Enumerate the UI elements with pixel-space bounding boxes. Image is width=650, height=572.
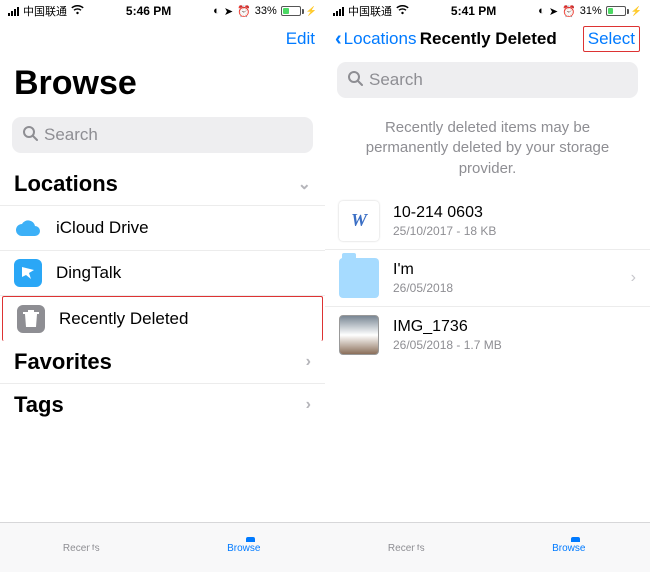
list-item-label: Recently Deleted — [59, 309, 188, 329]
location-recently-deleted[interactable]: Recently Deleted — [2, 296, 323, 341]
do-not-disturb-icon: ◐ — [538, 5, 545, 17]
edit-button[interactable]: Edit — [235, 29, 315, 49]
chevron-right-icon: › — [631, 269, 636, 287]
navbar: ‹ Locations Recently Deleted Select — [325, 22, 650, 56]
do-not-disturb-icon: ◐ — [213, 5, 220, 17]
status-bar: 中国联通 5:46 PM ◐ ➤ ⏰ 33% ⚡ — [0, 0, 325, 22]
status-time: 5:46 PM — [126, 4, 171, 18]
tab-label: Browse — [227, 543, 260, 554]
carrier-label: 中国联通 — [348, 3, 392, 19]
status-bar: 中国联通 5:41 PM ◐ ➤ ⏰ 31% ⚡ — [325, 0, 650, 22]
search-placeholder: Search — [369, 70, 423, 90]
signal-icon — [8, 7, 19, 16]
back-button[interactable]: ‹ Locations — [335, 28, 416, 51]
file-name: 10-214 0603 — [393, 204, 636, 222]
tab-recents[interactable]: Recents — [325, 523, 488, 572]
locations-header[interactable]: Locations ⌄ — [0, 163, 325, 206]
page-title: Browse — [0, 56, 325, 111]
back-label: Locations — [344, 29, 417, 49]
battery-icon: ⚡ — [606, 6, 642, 17]
location-dingtalk[interactable]: DingTalk — [0, 251, 325, 296]
tab-label: Browse — [552, 543, 585, 554]
page-title: Recently Deleted — [416, 29, 560, 49]
file-row-doc[interactable]: W 10-214 0603 25/10/2017 - 18 KB — [325, 193, 650, 250]
image-thumb-icon — [339, 315, 379, 355]
tab-recents[interactable]: Recents — [0, 523, 163, 572]
navbar: Edit — [0, 22, 325, 56]
tab-label: Recents — [388, 543, 425, 554]
info-text: Recently deleted items may be permanentl… — [325, 108, 650, 193]
wifi-icon — [396, 5, 409, 18]
recently-deleted-screen: 中国联通 5:41 PM ◐ ➤ ⏰ 31% ⚡ ‹ Locations Rec… — [325, 0, 650, 572]
tab-bar: Recents Browse — [325, 522, 650, 572]
file-name: IMG_1736 — [393, 318, 636, 336]
file-meta: 26/05/2018 - 1.7 MB — [393, 338, 636, 352]
select-button[interactable]: Select — [583, 26, 640, 52]
chevron-right-icon: › — [306, 353, 311, 371]
alarm-icon: ⏰ — [237, 5, 251, 18]
search-icon — [22, 125, 38, 146]
tab-browse[interactable]: Browse — [163, 523, 326, 572]
wifi-icon — [71, 5, 84, 18]
favorites-header[interactable]: Favorites › — [0, 341, 325, 384]
file-name: I'm — [393, 261, 617, 279]
location-icon: ➤ — [549, 5, 558, 18]
section-label: Tags — [14, 392, 64, 418]
file-row-image[interactable]: IMG_1736 26/05/2018 - 1.7 MB — [325, 307, 650, 363]
file-meta: 25/10/2017 - 18 KB — [393, 224, 636, 238]
list-item-label: iCloud Drive — [56, 218, 149, 238]
folder-icon — [339, 258, 379, 298]
dingtalk-icon — [14, 259, 42, 287]
file-meta: 26/05/2018 — [393, 281, 617, 295]
search-icon — [347, 70, 363, 91]
location-icloud[interactable]: iCloud Drive — [0, 206, 325, 251]
tab-bar: Recents Browse — [0, 522, 325, 572]
chevron-left-icon: ‹ — [335, 28, 342, 51]
carrier-label: 中国联通 — [23, 3, 67, 19]
tab-label: Recents — [63, 543, 100, 554]
icloud-icon — [14, 214, 42, 242]
search-input[interactable]: Search — [12, 117, 313, 153]
alarm-icon: ⏰ — [562, 5, 576, 18]
tab-browse[interactable]: Browse — [488, 523, 650, 572]
status-time: 5:41 PM — [451, 4, 496, 18]
section-label: Favorites — [14, 349, 112, 375]
search-input[interactable]: Search — [337, 62, 638, 98]
search-placeholder: Search — [44, 125, 98, 145]
section-label: Locations — [14, 171, 118, 197]
chevron-down-icon: ⌄ — [298, 174, 311, 194]
file-row-folder[interactable]: I'm 26/05/2018 › — [325, 250, 650, 307]
chevron-right-icon: › — [306, 396, 311, 414]
list-item-label: DingTalk — [56, 263, 121, 283]
tags-header[interactable]: Tags › — [0, 384, 325, 426]
doc-icon: W — [339, 201, 379, 241]
battery-pct: 31% — [580, 5, 602, 17]
trash-icon — [17, 305, 45, 333]
signal-icon — [333, 7, 344, 16]
battery-icon: ⚡ — [281, 6, 317, 17]
location-icon: ➤ — [224, 5, 233, 18]
battery-pct: 33% — [255, 5, 277, 17]
browse-screen: 中国联通 5:46 PM ◐ ➤ ⏰ 33% ⚡ Edit Browse Sea… — [0, 0, 325, 572]
